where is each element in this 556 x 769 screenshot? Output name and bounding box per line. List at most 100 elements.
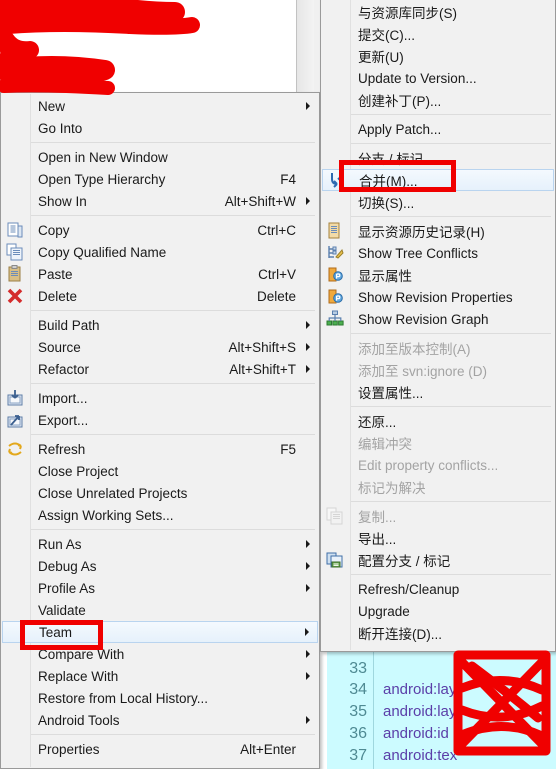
menu-item-label: Show In <box>38 193 87 209</box>
menu-separator <box>31 434 315 435</box>
menu-item-label: Properties <box>38 741 100 757</box>
menu-item-android-tools[interactable]: Android Tools <box>2 709 318 731</box>
menu-item-upgrade[interactable]: Upgrade <box>322 600 554 622</box>
delete-icon <box>6 287 26 305</box>
menu-item-label: Close Project <box>38 463 119 479</box>
menu-item-label: Show Revision Graph <box>358 311 489 327</box>
menu-item-new[interactable]: New <box>2 95 318 117</box>
submenu-arrow-icon <box>305 628 309 636</box>
menu-item-debug-as[interactable]: Debug As <box>2 555 318 577</box>
menu-item-assign-working-sets[interactable]: Assign Working Sets... <box>2 504 318 526</box>
menu-item-export[interactable]: Export... <box>2 409 318 431</box>
menu-item-paste[interactable]: Paste Ctrl+V <box>2 263 318 285</box>
menu-item-label: Go Into <box>38 120 83 136</box>
menu-item-p[interactable]: 创建补丁(P)... <box>322 89 554 111</box>
code-editor[interactable]: 33 34 35 36 37 38 android:lay android:la… <box>327 648 556 769</box>
submenu-arrow-icon <box>306 321 310 329</box>
menu-separator <box>31 529 315 530</box>
menu-item-label: 添加至 svn:ignore (D) <box>358 364 488 379</box>
menu-item-[interactable]: 导出... <box>322 527 554 549</box>
menu-item-label: Build Path <box>38 317 100 333</box>
menu-item-refresh[interactable]: Refresh F5 <box>2 438 318 460</box>
menu-item-: 编辑冲突 <box>322 432 554 454</box>
menu-item-label: 标记为解决 <box>358 481 426 496</box>
menu-item-label: Source <box>38 339 81 355</box>
menu-separator <box>31 734 315 735</box>
menu-item-delete[interactable]: Delete Delete <box>2 285 318 307</box>
menu-item-c[interactable]: 提交(C)... <box>322 23 554 45</box>
menu-item-u[interactable]: 更新(U) <box>322 45 554 67</box>
menu-item-d[interactable]: 断开连接(D)... <box>322 622 554 644</box>
menu-item-show-in[interactable]: Show In Alt+Shift+W <box>2 190 318 212</box>
menu-item-replace-with[interactable]: Replace With <box>2 665 318 687</box>
submenu-arrow-icon <box>306 672 310 680</box>
menu-separator <box>351 114 551 115</box>
menu-item-close-unrelated-projects[interactable]: Close Unrelated Projects <box>2 482 318 504</box>
menu-separator <box>351 406 551 407</box>
menu-item-restore-from-local-history[interactable]: Restore from Local History... <box>2 687 318 709</box>
explorer-vertical-scrollbar[interactable] <box>296 0 316 92</box>
application-window: 33 34 35 36 37 38 android:lay android:la… <box>0 0 556 769</box>
menu-item-open-in-new-window[interactable]: Open in New Window <box>2 146 318 168</box>
menu-item-label: Run As <box>38 536 82 552</box>
line-number: 36 <box>349 725 367 742</box>
menu-item-validate[interactable]: Validate <box>2 599 318 621</box>
menu-item-s[interactable]: 切换(S)... <box>322 191 554 213</box>
project-context-menu[interactable]: New Go Into Open in New Window Open Type Hi… <box>0 92 320 769</box>
menu-item-show-revision-properties[interactable]: Show Revision Properties <box>322 286 554 308</box>
menu-item-apply-patch[interactable]: Apply Patch... <box>322 118 554 140</box>
menu-item-run-as[interactable]: Run As <box>2 533 318 555</box>
menu-separator <box>351 143 551 144</box>
menu-item-label: Apply Patch... <box>358 121 442 137</box>
merge-item-highlight-box <box>339 160 456 192</box>
menu-item-close-project[interactable]: Close Project <box>2 460 318 482</box>
menu-item-profile-as[interactable]: Profile As <box>2 577 318 599</box>
menu-item-copy[interactable]: Copy Ctrl+C <box>2 219 318 241</box>
menu-item-source[interactable]: Source Alt+Shift+S <box>2 336 318 358</box>
menu-item-label: 配置分支 / 标记 <box>358 554 451 569</box>
submenu-arrow-icon <box>306 365 310 373</box>
menu-item-label: Open in New Window <box>38 149 168 165</box>
menu-item-label: New <box>38 98 66 114</box>
menu-item-refresh-cleanup[interactable]: Refresh/Cleanup <box>322 578 554 600</box>
menu-item-[interactable]: 配置分支 / 标记 <box>322 549 554 571</box>
menu-item-accelerator: Alt+Shift+T <box>229 361 296 377</box>
menu-item-go-into[interactable]: Go Into <box>2 117 318 139</box>
menu-item-label: Refresh <box>38 441 86 457</box>
menu-item-import[interactable]: Import... <box>2 387 318 409</box>
submenu-arrow-icon <box>306 562 310 570</box>
menu-item-build-path[interactable]: Build Path <box>2 314 318 336</box>
submenu-arrow-icon <box>306 716 310 724</box>
menu-item-accelerator: Ctrl+C <box>257 222 296 238</box>
copy-qualified-icon <box>6 243 26 261</box>
menu-item-label: 添加至版本控制(A) <box>358 342 471 357</box>
menu-item-open-type-hierarchy[interactable]: Open Type Hierarchy F4 <box>2 168 318 190</box>
menu-item-label: Update to Version... <box>358 70 477 86</box>
menu-item-h[interactable]: 显示资源历史记录(H) <box>322 220 554 242</box>
menu-item-update-to-version[interactable]: Update to Version... <box>322 67 554 89</box>
menu-item-show-tree-conflicts[interactable]: Show Tree Conflicts <box>322 242 554 264</box>
menu-item-s[interactable]: 与资源库同步(S) <box>322 1 554 23</box>
branch-copy-icon <box>326 507 346 525</box>
menu-item-show-revision-graph[interactable]: Show Revision Graph <box>322 308 554 330</box>
editor-line-number-gutter: 33 34 35 36 37 38 <box>327 648 374 769</box>
menu-item-label: Assign Working Sets... <box>38 507 174 523</box>
menu-item-properties[interactable]: Properties Alt+Enter <box>2 738 318 760</box>
menu-item-label: Export... <box>38 412 89 428</box>
menu-item-label: Validate <box>38 602 86 618</box>
team-svn-submenu[interactable]: 与资源库同步(S) 提交(C)... 更新(U) Update to Version.… <box>320 0 556 652</box>
menu-item-[interactable]: 显示属性 <box>322 264 554 286</box>
menu-item-a: 添加至版本控制(A) <box>322 337 554 359</box>
menu-item-copy-qualified-name[interactable]: Copy Qualified Name <box>2 241 318 263</box>
menu-item-: 复制... <box>322 505 554 527</box>
menu-item-svn-ignore-d: 添加至 svn:ignore (D) <box>322 359 554 381</box>
tree-conflicts-icon <box>326 244 346 262</box>
properties-icon <box>326 266 346 284</box>
menu-item-label: Debug As <box>38 558 97 574</box>
menu-item-label: Refresh/Cleanup <box>358 581 460 597</box>
menu-item-label: Replace With <box>38 668 119 684</box>
menu-item-[interactable]: 设置属性... <box>322 381 554 403</box>
menu-item-[interactable]: 还原... <box>322 410 554 432</box>
menu-item-refactor[interactable]: Refactor Alt+Shift+T <box>2 358 318 380</box>
editor-left-gap <box>320 648 327 769</box>
